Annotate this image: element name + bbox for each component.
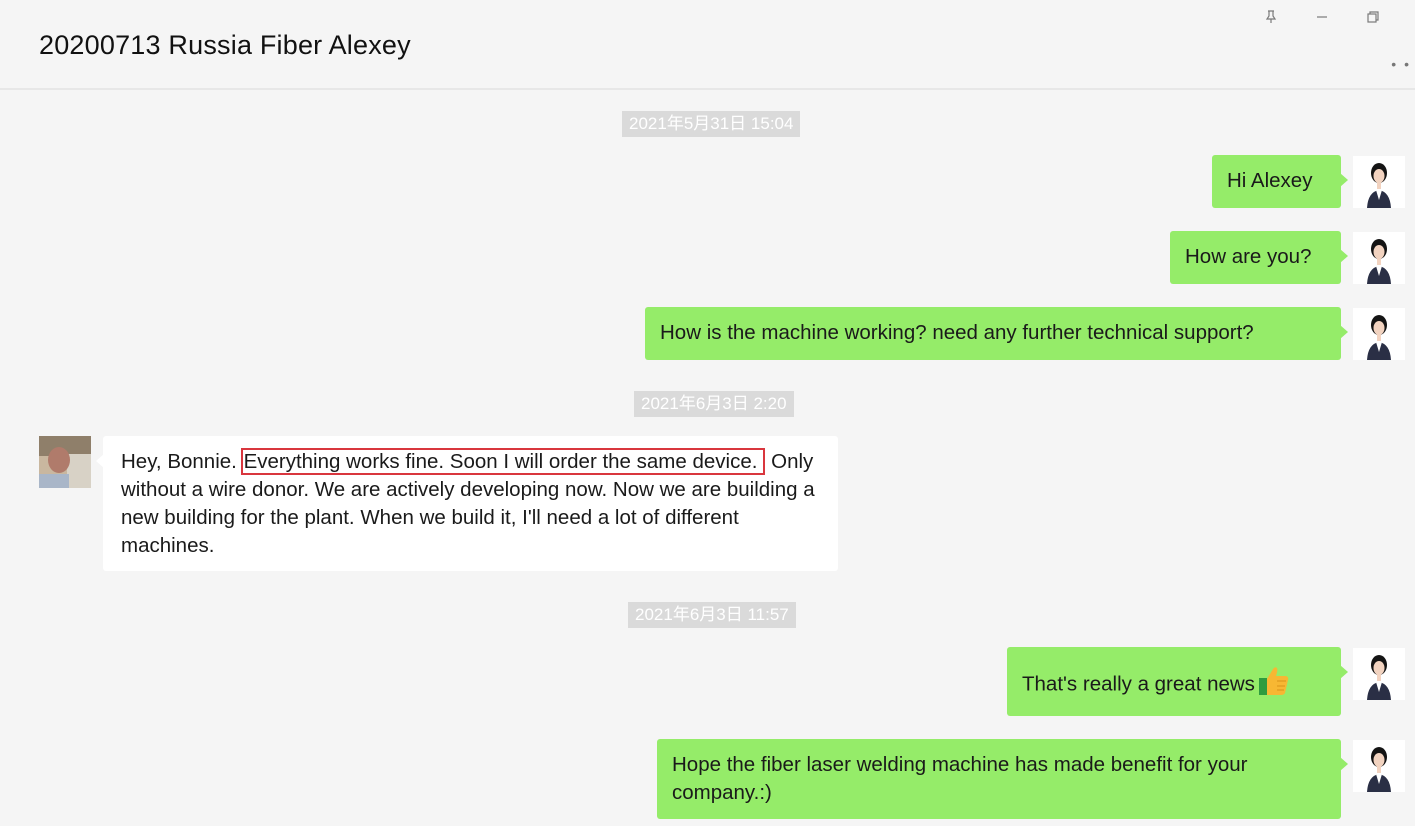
thumbs-up-icon (1257, 665, 1291, 705)
sent-message[interactable]: That's really a great news (1007, 647, 1348, 716)
avatar[interactable] (1353, 740, 1405, 792)
timestamp: 2021年6月3日 2:20 (634, 391, 794, 417)
message-list: 2021年5月31日 15:04 Hi Alexey How are you? … (0, 90, 1415, 826)
timestamp: 2021年6月3日 11:57 (628, 602, 796, 628)
minimize-icon[interactable] (1310, 6, 1334, 28)
sent-message[interactable]: Hi Alexey (1212, 155, 1348, 208)
contact-avatar[interactable] (39, 436, 91, 488)
sent-message[interactable]: How is the machine working? need any fur… (645, 307, 1348, 360)
more-icon[interactable]: • • (1391, 56, 1411, 72)
pin-icon[interactable] (1259, 6, 1283, 28)
message-text: That's really a great news (1022, 672, 1255, 696)
highlighted-text: Everything works fine. Soon I will order… (240, 448, 766, 475)
chat-title: 20200713 Russia Fiber Alexey (39, 30, 411, 60)
avatar[interactable] (1353, 648, 1405, 700)
sent-message[interactable]: How are you? (1170, 231, 1348, 284)
received-message[interactable]: Hey, Bonnie. Everything works fine. Soon… (96, 436, 838, 571)
avatar[interactable] (1353, 308, 1405, 360)
restore-icon[interactable] (1361, 6, 1385, 28)
message-text-prefix: Hey, Bonnie. (121, 450, 243, 473)
chat-header: 20200713 Russia Fiber Alexey • • (0, 0, 1415, 90)
avatar[interactable] (1353, 232, 1405, 284)
timestamp: 2021年5月31日 15:04 (622, 111, 801, 137)
avatar[interactable] (1353, 156, 1405, 208)
sent-message[interactable]: Hope the fiber laser welding machine has… (657, 739, 1348, 819)
